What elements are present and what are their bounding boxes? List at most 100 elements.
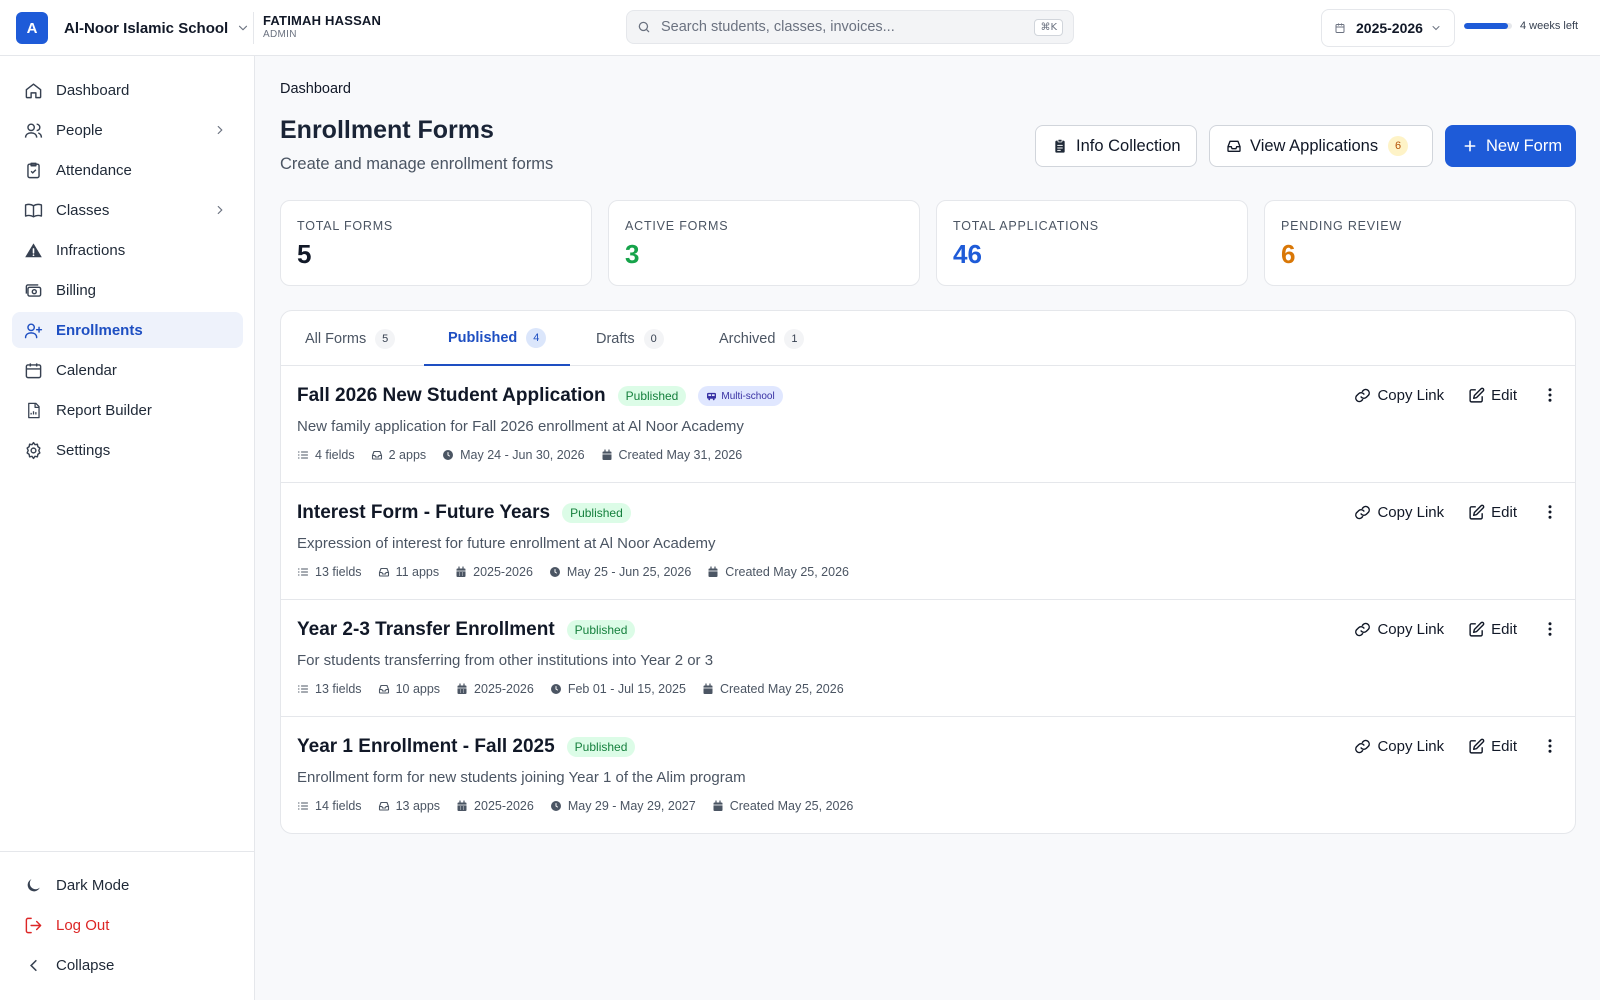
sidebar-item-label: Infractions <box>56 241 126 259</box>
clipboard-check-icon <box>27 162 40 178</box>
link-icon <box>1355 505 1371 519</box>
tab-count: 1 <box>784 328 805 349</box>
created-date: Created May 31, 2026 <box>601 448 742 462</box>
copy-link-button[interactable]: Copy Link <box>1354 738 1444 755</box>
users-icon <box>24 122 43 138</box>
chevron-down-icon <box>239 25 248 31</box>
info-collection-button[interactable]: Info Collection <box>1035 125 1197 167</box>
sidebar-item-label: Billing <box>56 281 97 299</box>
logout-button[interactable]: Log Out <box>12 907 243 943</box>
home-icon <box>25 82 42 98</box>
sidebar-item-label: Attendance <box>56 161 132 179</box>
form-row[interactable]: Year 1 Enrollment - Fall 2025 Published … <box>281 717 1575 833</box>
edit-button[interactable]: Edit <box>1468 738 1517 755</box>
school-name: Al-Noor Islamic School <box>64 19 229 37</box>
list-icon <box>297 802 309 810</box>
tab-all-forms[interactable]: All Forms 5 <box>305 311 396 366</box>
academic-year-select[interactable]: 2025-2026 <box>1321 9 1455 47</box>
view-applications-button[interactable]: View Applications 6 <box>1209 125 1433 167</box>
tab-drafts[interactable]: Drafts 0 <box>596 311 664 366</box>
copy-link-button[interactable]: Copy Link <box>1354 387 1444 404</box>
calendar-icon <box>456 566 466 577</box>
user-info: FATIMAH HASSAN ADMIN <box>263 13 381 40</box>
stat-label: PENDING REVIEW <box>1281 219 1402 233</box>
clock-icon <box>443 450 454 460</box>
edit-button[interactable]: Edit <box>1468 621 1517 638</box>
calendar-icon <box>1335 23 1345 33</box>
more-options-icon[interactable] <box>1541 386 1559 404</box>
new-form-button[interactable]: New Form <box>1445 125 1576 167</box>
tab-bar: All Forms 5 Published 4 Drafts 0 Archive… <box>281 311 1575 366</box>
breadcrumb[interactable]: Dashboard <box>280 81 351 97</box>
form-row[interactable]: Fall 2026 New Student Application Publis… <box>281 366 1575 483</box>
tab-published[interactable]: Published 4 <box>424 311 571 366</box>
search-input[interactable] <box>661 19 1035 35</box>
book-icon <box>24 203 43 218</box>
form-title[interactable]: Fall 2026 New Student Application <box>297 385 606 407</box>
edit-button[interactable]: Edit <box>1468 504 1517 521</box>
copy-link-button[interactable]: Copy Link <box>1354 621 1444 638</box>
user-name: FATIMAH HASSAN <box>263 13 382 28</box>
inbox-icon <box>378 801 389 811</box>
sidebar-item-report-builder[interactable]: Report Builder <box>12 392 243 428</box>
more-options-icon[interactable] <box>1541 620 1559 638</box>
sidebar-item-classes[interactable]: Classes <box>12 192 243 228</box>
info-collection-label: Info Collection <box>1076 136 1181 155</box>
calendar-icon <box>703 683 713 694</box>
academic-year: 2025-2026 <box>456 799 534 813</box>
form-row[interactable]: Year 2-3 Transfer Enrollment Published F… <box>281 600 1575 717</box>
apps-count: 13 apps <box>378 799 440 813</box>
stat-value: 5 <box>297 239 312 269</box>
sidebar-item-label: Enrollments <box>56 321 143 339</box>
created-date: Created May 25, 2026 <box>712 799 853 813</box>
apps-count: 11 apps <box>378 565 439 579</box>
form-title[interactable]: Year 1 Enrollment - Fall 2025 <box>297 736 555 758</box>
warning-triangle-icon <box>25 242 42 257</box>
more-options-icon[interactable] <box>1541 503 1559 521</box>
calendar-icon <box>708 566 718 577</box>
stat-label: ACTIVE FORMS <box>625 219 729 233</box>
academic-year-text: 2025-2026 <box>474 799 534 813</box>
calendar-icon <box>25 362 42 378</box>
academic-year: 2025-2026 <box>455 565 533 579</box>
copy-link-label: Copy Link <box>1377 620 1445 638</box>
status-badge: Published <box>617 386 687 406</box>
date-range-text: May 25 - Jun 25, 2026 <box>566 565 692 579</box>
edit-label: Edit <box>1491 620 1517 638</box>
collapse-sidebar-button[interactable]: Collapse <box>12 947 243 983</box>
copy-link-button[interactable]: Copy Link <box>1354 504 1444 521</box>
sidebar-item-calendar[interactable]: Calendar <box>12 352 243 388</box>
form-description: Expression of interest for future enroll… <box>297 535 716 552</box>
stat-label: TOTAL APPLICATIONS <box>953 219 1099 233</box>
user-plus-icon <box>24 322 43 338</box>
sidebar-item-label: Settings <box>56 441 111 459</box>
clipboard-icon <box>1055 138 1065 153</box>
sidebar-item-label: Calendar <box>56 361 117 379</box>
sidebar-item-dashboard[interactable]: Dashboard <box>12 72 243 108</box>
search-bar[interactable]: ⌘K <box>626 10 1074 44</box>
form-title[interactable]: Year 2-3 Transfer Enrollment <box>297 619 555 641</box>
status-badge: Published <box>566 620 636 640</box>
school-switcher[interactable]: A Al-Noor Islamic School <box>16 12 250 44</box>
form-row[interactable]: Interest Form - Future Years Published E… <box>281 483 1575 600</box>
dark-mode-toggle[interactable]: Dark Mode <box>12 867 243 903</box>
edit-button[interactable]: Edit <box>1468 387 1517 404</box>
form-title[interactable]: Interest Form - Future Years <box>297 502 550 524</box>
more-options-icon[interactable] <box>1541 737 1559 755</box>
form-description: Enrollment form for new students joining… <box>297 769 746 786</box>
date-range: May 24 - Jun 30, 2026 <box>442 448 585 462</box>
tab-archived[interactable]: Archived 1 <box>719 311 805 366</box>
sidebar-item-billing[interactable]: Billing <box>12 272 243 308</box>
edit-icon <box>1469 387 1485 403</box>
sidebar-item-people[interactable]: People <box>12 112 243 148</box>
sidebar-item-enrollments[interactable]: Enrollments <box>12 312 243 348</box>
sidebar-item-settings[interactable]: Settings <box>12 432 243 468</box>
sidebar-item-label: Dashboard <box>56 81 130 99</box>
sidebar-item-infractions[interactable]: Infractions <box>12 232 243 268</box>
calendar-icon <box>713 800 723 811</box>
sidebar-item-label: People <box>56 121 103 139</box>
sidebar-item-attendance[interactable]: Attendance <box>12 152 243 188</box>
sidebar-item-label: Report Builder <box>56 401 152 419</box>
apps-count-text: 2 apps <box>388 448 427 462</box>
stat-card-active-forms: ACTIVE FORMS 3 <box>608 200 920 286</box>
